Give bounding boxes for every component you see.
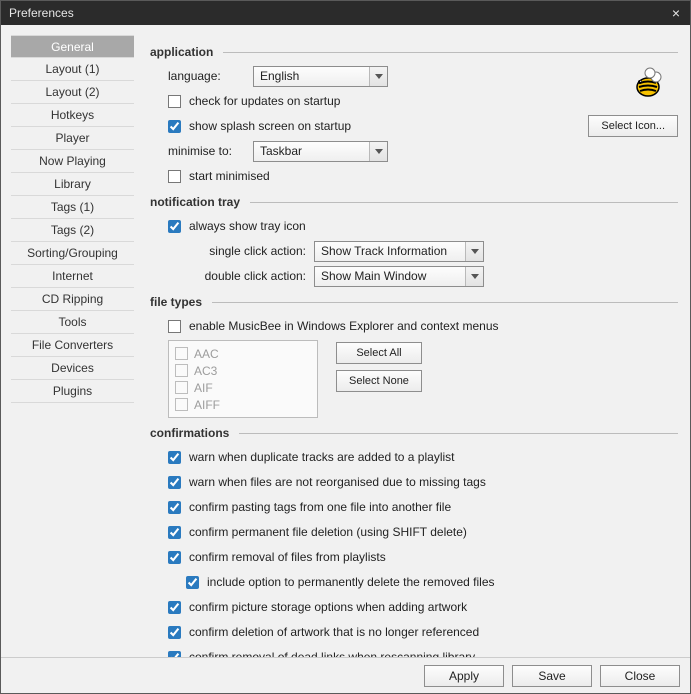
sidebar-item-internet[interactable]: Internet	[11, 265, 134, 288]
sidebar-item-sorting[interactable]: Sorting/Grouping	[11, 242, 134, 265]
window-title: Preferences	[9, 6, 668, 20]
check-updates-checkbox[interactable]	[168, 95, 181, 108]
start-minimised-label: start minimised	[189, 169, 270, 183]
sidebar-item-library[interactable]: Library	[11, 173, 134, 196]
minimise-label: minimise to:	[168, 144, 245, 158]
conf-cb-5[interactable]	[168, 601, 181, 614]
conf-sub-cb[interactable]	[186, 576, 199, 589]
conf-cb-1[interactable]	[168, 476, 181, 489]
select-all-button[interactable]: Select All	[336, 342, 422, 364]
tray-always-checkbox[interactable]	[168, 220, 181, 233]
apply-button[interactable]: Apply	[424, 665, 504, 687]
sidebar-item-tools[interactable]: Tools	[11, 311, 134, 334]
preferences-window: Preferences × General Layout (1) Layout …	[0, 0, 691, 694]
section-application: application	[150, 45, 213, 59]
ft-ac3-checkbox	[175, 364, 188, 377]
sidebar-item-layout1[interactable]: Layout (1)	[11, 58, 134, 81]
sidebar-item-cdripping[interactable]: CD Ripping	[11, 288, 134, 311]
sidebar-item-devices[interactable]: Devices	[11, 357, 134, 380]
section-confirmations: confirmations	[150, 426, 229, 440]
conf-cb-3[interactable]	[168, 526, 181, 539]
conf-cb-4[interactable]	[168, 551, 181, 564]
sidebar-item-layout2[interactable]: Layout (2)	[11, 81, 134, 104]
close-icon[interactable]: ×	[668, 5, 684, 21]
ft-aif-checkbox	[175, 381, 188, 394]
sidebar-item-player[interactable]: Player	[11, 127, 134, 150]
check-updates-label: check for updates on startup	[189, 94, 340, 108]
sidebar-item-nowplaying[interactable]: Now Playing	[11, 150, 134, 173]
double-click-select[interactable]: Show Main Window	[314, 266, 484, 287]
select-icon-button[interactable]: Select Icon...	[588, 115, 678, 137]
single-click-label: single click action:	[186, 244, 306, 258]
sidebar-item-tags1[interactable]: Tags (1)	[11, 196, 134, 219]
footer: Apply Save Close	[1, 657, 690, 693]
titlebar: Preferences ×	[1, 1, 690, 25]
conf-cb-7[interactable]	[168, 651, 181, 658]
language-select[interactable]: English	[253, 66, 388, 87]
close-button[interactable]: Close	[600, 665, 680, 687]
conf-cb-0[interactable]	[168, 451, 181, 464]
splash-label: show splash screen on startup	[189, 119, 351, 133]
double-click-label: double click action:	[186, 269, 306, 283]
explorer-enable-label: enable MusicBee in Windows Explorer and …	[189, 319, 499, 333]
start-minimised-checkbox[interactable]	[168, 170, 181, 183]
sidebar-item-tags2[interactable]: Tags (2)	[11, 219, 134, 242]
language-label: language:	[168, 69, 245, 83]
ft-aac-checkbox	[175, 347, 188, 360]
conf-cb-6[interactable]	[168, 626, 181, 639]
chevron-down-icon	[369, 142, 387, 161]
filetypes-list: AAC AC3 AIF AIFF	[168, 340, 318, 418]
sidebar-item-hotkeys[interactable]: Hotkeys	[11, 104, 134, 127]
chevron-down-icon	[369, 67, 387, 86]
sidebar-item-plugins[interactable]: Plugins	[11, 380, 134, 403]
save-button[interactable]: Save	[512, 665, 592, 687]
section-tray: notification tray	[150, 195, 240, 209]
ft-aiff-checkbox	[175, 398, 188, 411]
conf-cb-2[interactable]	[168, 501, 181, 514]
section-filetypes: file types	[150, 295, 202, 309]
select-none-button[interactable]: Select None	[336, 370, 422, 392]
app-icon-block	[624, 65, 672, 111]
sidebar-item-general[interactable]: General	[11, 35, 134, 58]
chevron-down-icon	[465, 267, 483, 286]
bee-icon	[628, 65, 668, 101]
chevron-down-icon	[465, 242, 483, 261]
explorer-enable-checkbox[interactable]	[168, 320, 181, 333]
minimise-select[interactable]: Taskbar	[253, 141, 388, 162]
main-panel: Select Icon... application language: Eng…	[134, 25, 690, 657]
tray-always-label: always show tray icon	[189, 219, 306, 233]
content: General Layout (1) Layout (2) Hotkeys Pl…	[1, 25, 690, 657]
sidebar-item-fileconverters[interactable]: File Converters	[11, 334, 134, 357]
sidebar: General Layout (1) Layout (2) Hotkeys Pl…	[1, 25, 134, 657]
single-click-select[interactable]: Show Track Information	[314, 241, 484, 262]
splash-checkbox[interactable]	[168, 120, 181, 133]
